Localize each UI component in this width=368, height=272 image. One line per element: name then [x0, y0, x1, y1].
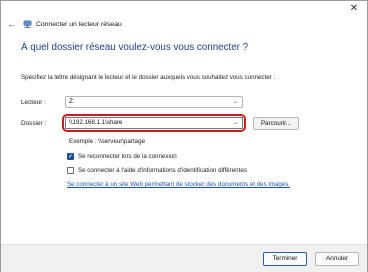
folder-input[interactable]: \\192.168.1.1\share ⌄	[65, 117, 243, 129]
reconnect-label: Se reconnecter lors de la connexion	[78, 153, 177, 160]
back-arrow-icon[interactable]: ←	[7, 19, 16, 29]
dialog-footer	[1, 244, 367, 272]
close-icon[interactable]: ✕	[347, 2, 361, 16]
credentials-checkbox[interactable]	[67, 167, 74, 174]
credentials-label: Se connecter à l'aide d'informations d'i…	[78, 167, 247, 174]
reconnect-option[interactable]: ✓ Se reconnecter lors de la connexion	[67, 153, 177, 160]
reconnect-checkbox[interactable]: ✓	[67, 153, 74, 160]
network-drive-icon	[23, 20, 32, 29]
website-storage-link[interactable]: Se connecter à un site Web permettant de…	[67, 181, 290, 188]
page-heading: À quel dossier réseau voulez-vous vous c…	[21, 42, 249, 53]
folder-value: \\192.168.1.1\share	[69, 119, 123, 126]
chevron-down-icon[interactable]: ⌄	[233, 118, 238, 128]
drive-value: Z:	[69, 98, 75, 105]
window-title: Connecter un lecteur réseau	[36, 21, 122, 28]
chevron-down-icon[interactable]: ⌄	[233, 97, 238, 107]
drive-label: Lecteur :	[21, 99, 46, 106]
cancel-button[interactable]: Annuler	[315, 252, 359, 266]
example-text: Exemple : \\serveur\partage	[69, 138, 146, 145]
dialog-window: ✕ ← Connecter un lecteur réseau À quel d…	[0, 0, 368, 272]
instruction-text: Spécifiez la lettre désignant le lecteur…	[21, 74, 276, 81]
finish-button[interactable]: Terminer	[263, 252, 307, 266]
browse-button[interactable]: Parcourir...	[253, 117, 299, 130]
credentials-option[interactable]: Se connecter à l'aide d'informations d'i…	[67, 167, 247, 174]
folder-label: Dossier :	[21, 120, 47, 127]
drive-select[interactable]: Z: ⌄	[65, 96, 243, 108]
